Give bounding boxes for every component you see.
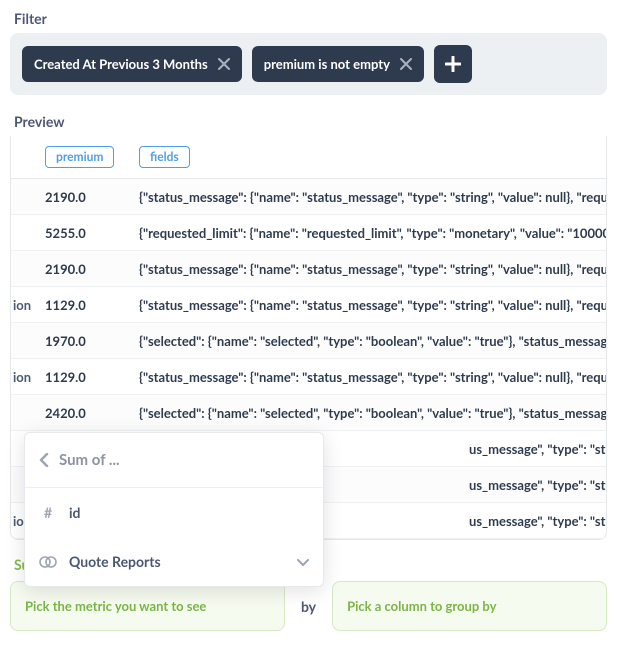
cell-fields: {"requested_limit": {"name": "requested_…: [139, 225, 606, 241]
metric-picker[interactable]: Pick the metric you want to see: [10, 581, 285, 631]
cell-premium: 5255.0: [45, 225, 139, 241]
summarize-row: Pick the metric you want to see by Pick …: [0, 581, 617, 631]
row-prefix: ion: [11, 297, 45, 313]
cell-premium: 1129.0: [45, 297, 139, 313]
filter-chip-created-at[interactable]: Created At Previous 3 Months: [22, 46, 242, 82]
table-header-row: premium fields: [11, 136, 606, 179]
preview-label: Preview: [0, 95, 617, 136]
table-row[interactable]: 5255.0{"requested_limit": {"name": "requ…: [11, 215, 606, 251]
cell-premium: 2420.0: [45, 405, 139, 421]
table-row[interactable]: 2190.0{"status_message": {"name": "statu…: [11, 179, 606, 215]
cell-premium: 1129.0: [45, 369, 139, 385]
close-icon[interactable]: [218, 58, 230, 70]
popover-item-id[interactable]: # id: [25, 488, 323, 537]
add-filter-button[interactable]: [434, 45, 472, 83]
hash-icon: #: [39, 504, 57, 521]
column-header-premium[interactable]: premium: [45, 146, 114, 168]
cell-fields: {"status_message": {"name": "status_mess…: [139, 369, 606, 385]
table-row[interactable]: ion1129.0{"status_message": {"name": "st…: [11, 359, 606, 395]
cell-fields: {"status_message": {"name": "status_mess…: [139, 261, 606, 277]
cell-premium: 2190.0: [45, 261, 139, 277]
table-row[interactable]: 2190.0{"status_message": {"name": "statu…: [11, 251, 606, 287]
cell-fields: {"selected": {"name": "selected", "type"…: [139, 405, 606, 421]
filter-chip-label: Created At Previous 3 Months: [34, 56, 208, 72]
by-text: by: [299, 598, 318, 615]
sum-of-popover: Sum of ... # id Quote Reports: [24, 432, 324, 587]
close-icon[interactable]: [400, 58, 412, 70]
join-icon: [39, 556, 57, 568]
row-prefix: ion: [11, 369, 45, 385]
cell-fields: {"status_message": {"name": "status_mess…: [139, 189, 606, 205]
column-header-fields[interactable]: fields: [139, 146, 190, 168]
table-row[interactable]: ion1129.0{"status_message": {"name": "st…: [11, 287, 606, 323]
filter-label: Filter: [0, 0, 617, 33]
popover-item-label: id: [69, 504, 309, 521]
cell-premium: 2190.0: [45, 189, 139, 205]
popover-item-quote-reports[interactable]: Quote Reports: [25, 537, 323, 586]
cell-premium: 1970.0: [45, 333, 139, 349]
popover-title: Sum of ...: [59, 451, 120, 469]
popover-item-label: Quote Reports: [69, 553, 285, 570]
cell-fields: {"status_message": {"name": "status_mess…: [139, 297, 606, 313]
table-row[interactable]: 1970.0{"selected": {"name": "selected", …: [11, 323, 606, 359]
filter-chip-premium[interactable]: premium is not empty: [252, 46, 424, 82]
group-picker[interactable]: Pick a column to group by: [332, 581, 607, 631]
chevron-left-icon: [39, 449, 49, 471]
popover-back-button[interactable]: Sum of ...: [25, 433, 323, 488]
filter-box: Created At Previous 3 Months premium is …: [10, 33, 607, 95]
cell-fields: {"selected": {"name": "selected", "type"…: [139, 333, 606, 349]
table-row[interactable]: 2420.0{"selected": {"name": "selected", …: [11, 395, 606, 431]
chevron-down-icon: [297, 553, 309, 570]
filter-chip-label: premium is not empty: [264, 56, 390, 72]
